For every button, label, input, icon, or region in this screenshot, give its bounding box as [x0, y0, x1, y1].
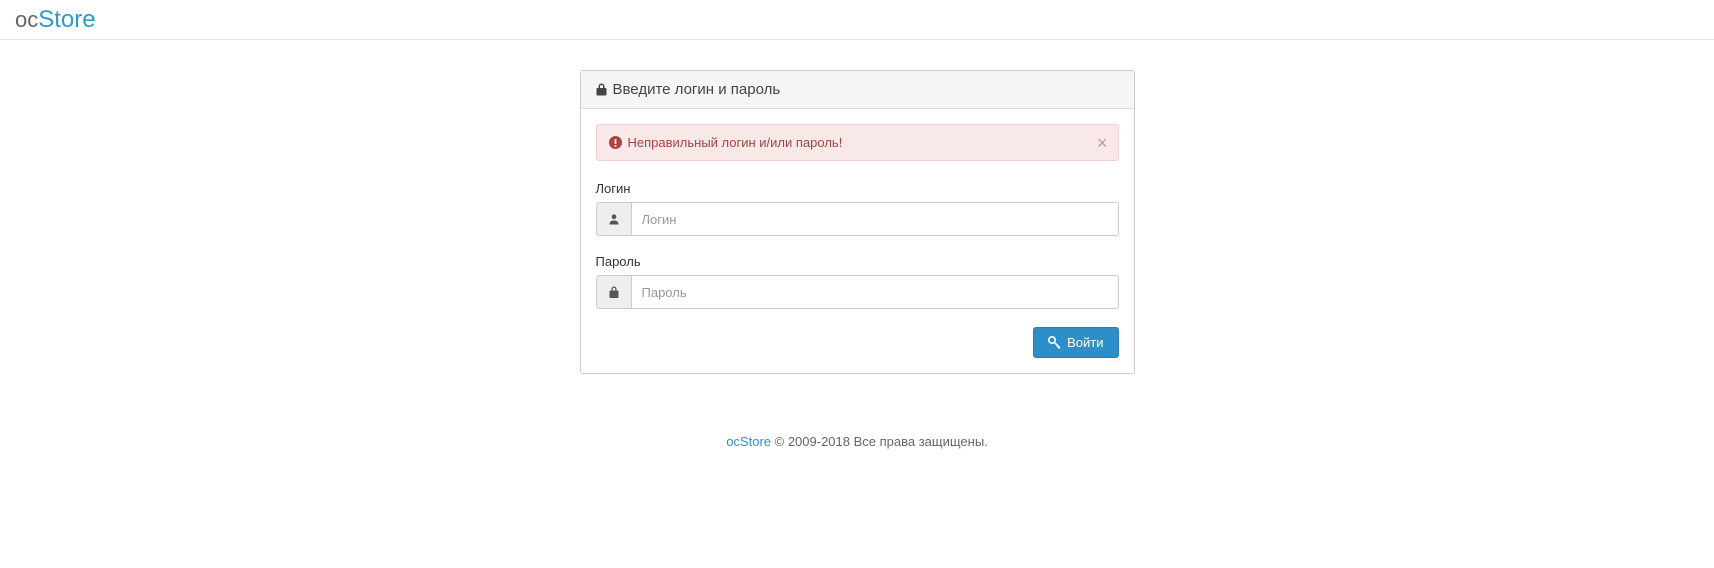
panel-heading: Введите логин и пароль — [581, 71, 1134, 109]
submit-row: Войти — [596, 327, 1119, 358]
lock-icon — [596, 83, 607, 96]
lock-icon — [596, 275, 631, 309]
alert-close-button[interactable]: × — [1097, 134, 1108, 152]
login-group: Логин — [596, 181, 1119, 236]
footer-text: © 2009-2018 Все права защищены. — [771, 434, 988, 449]
footer: ocStore © 2009-2018 Все права защищены. — [0, 434, 1714, 449]
alert-message: Неправильный логин и/или пароль! — [628, 135, 843, 150]
footer-link[interactable]: ocStore — [726, 434, 771, 449]
login-panel: Введите логин и пароль Неправильный логи… — [580, 70, 1135, 374]
user-icon — [596, 202, 631, 236]
alert-icon — [609, 136, 622, 149]
password-group: Пароль — [596, 254, 1119, 309]
login-button-label: Войти — [1067, 335, 1103, 350]
panel-body: Неправильный логин и/или пароль! × Логин — [581, 109, 1134, 373]
password-input-group — [596, 275, 1119, 309]
login-container: Введите логин и пароль Неправильный логи… — [580, 70, 1135, 374]
logo[interactable]: ocStore — [15, 6, 96, 34]
panel-title: Введите логин и пароль — [613, 81, 781, 98]
header: ocStore — [0, 0, 1714, 40]
login-input[interactable] — [631, 202, 1119, 236]
login-button[interactable]: Войти — [1033, 327, 1118, 358]
login-label: Логин — [596, 181, 1119, 196]
key-icon — [1048, 336, 1061, 349]
login-input-group — [596, 202, 1119, 236]
error-alert: Неправильный логин и/или пароль! × — [596, 124, 1119, 161]
password-input[interactable] — [631, 275, 1119, 309]
logo-prefix: oc — [15, 7, 38, 32]
password-label: Пароль — [596, 254, 1119, 269]
logo-suffix: Store — [38, 6, 95, 33]
